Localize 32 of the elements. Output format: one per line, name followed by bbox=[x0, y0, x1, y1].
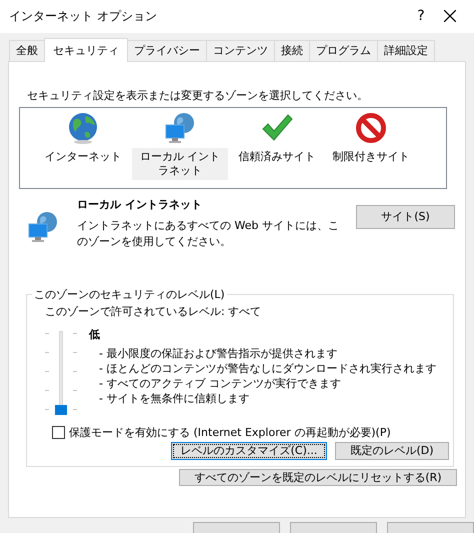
level-description: - ほとんどのコンテンツが警告なしにダウンロードされ実行されます bbox=[99, 360, 436, 376]
zone-item[interactable]: ローカル イントラネット bbox=[132, 148, 228, 180]
checkbox[interactable] bbox=[52, 426, 65, 439]
zone-item[interactable]: 制限付きサイト bbox=[330, 148, 412, 166]
level-name: 低 bbox=[89, 326, 101, 342]
checkbox-label: 保護モードを有効にする (Internet Explorer の再起動が必要)(P) bbox=[69, 424, 391, 440]
slider-thumb[interactable] bbox=[55, 404, 67, 415]
custom-level-button[interactable]: レベルのカスタマイズ(C)... bbox=[171, 442, 327, 460]
instruction-text: セキュリティ設定を表示または変更するゾーンを選択してください。 bbox=[27, 88, 369, 103]
monitor-globe-icon bbox=[27, 210, 59, 243]
tab[interactable]: 全般 bbox=[9, 40, 45, 62]
group-legend: このゾーンのセキュリティのレベル(L) bbox=[32, 286, 227, 302]
level-description: - 最小限度の保証および警告指示が提供されます bbox=[99, 346, 338, 361]
reset-all-button[interactable]: すべてのゾーンを既定のレベルにリセットする(R) bbox=[179, 468, 457, 486]
level-description: - すべてのアクティブ コンテンツが実行できます bbox=[99, 376, 342, 391]
tab[interactable]: セキュリティ bbox=[44, 38, 128, 62]
monitor-globe-icon bbox=[164, 112, 196, 144]
window-title: インターネット オプション bbox=[9, 8, 158, 25]
globe-icon bbox=[68, 112, 98, 144]
zone-item[interactable]: 信頼済みサイト bbox=[236, 148, 318, 166]
level-slider[interactable] bbox=[55, 330, 67, 415]
prohibited-icon bbox=[355, 112, 387, 144]
tab[interactable]: 詳細設定 bbox=[377, 40, 435, 62]
sites-button[interactable]: サイト(S) bbox=[356, 204, 455, 229]
zone-description: イントラネットにあるすべての Web サイトには、このゾーンを使用してください。 bbox=[77, 218, 340, 250]
help-button[interactable]: ? bbox=[398, 8, 444, 24]
default-level-button[interactable]: 既定のレベル(D) bbox=[335, 442, 449, 460]
zone-title: ローカル イントラネット bbox=[77, 196, 203, 212]
zone-item[interactable]: インターネット bbox=[42, 148, 124, 166]
close-icon[interactable] bbox=[444, 10, 456, 22]
allowed-level-text: このゾーンで許可されているレベル: すべて bbox=[45, 304, 262, 319]
level-description: - サイトを無条件に信頼します bbox=[99, 390, 250, 406]
